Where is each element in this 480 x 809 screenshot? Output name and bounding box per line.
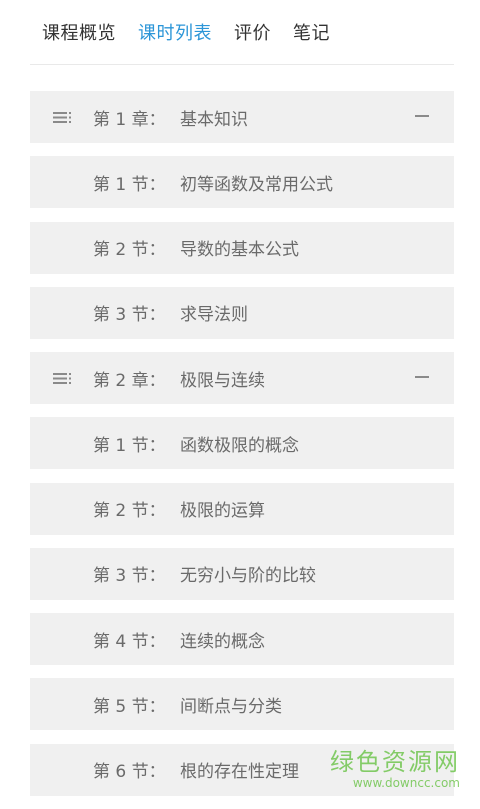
section-row[interactable]: 第 4 节： 连续的概念 xyxy=(30,613,454,665)
chapter-row[interactable]: 第 2 章： 极限与连续 xyxy=(30,352,454,404)
row-number-label: 第 2 章： xyxy=(93,370,166,391)
minus-icon[interactable] xyxy=(415,115,429,117)
section-row[interactable]: 第 1 节： 初等函数及常用公式 xyxy=(30,156,454,209)
row-number-label: 第 2 节： xyxy=(93,240,166,260)
row-title: 无穷小与阶的比较 xyxy=(180,566,316,587)
row-number-label: 第 2 节： xyxy=(93,501,166,521)
tab-course-overview[interactable]: 课程概览 xyxy=(42,5,116,59)
row-title: 求导法则 xyxy=(180,305,248,326)
tab-lesson-list[interactable]: 课时列表 xyxy=(138,5,212,59)
row-title: 根的存在性定理 xyxy=(180,762,299,782)
section-row[interactable]: 第 5 节： 间断点与分类 xyxy=(30,678,454,731)
tab-bar: 课程概览 课时列表 评价 笔记 xyxy=(30,0,454,65)
section-row[interactable]: 第 2 节： 极限的运算 xyxy=(30,482,454,535)
list-handle-icon xyxy=(53,112,71,123)
row-number-label: 第 1 节： xyxy=(93,174,166,195)
section-row[interactable]: 第 2 节： 导数的基本公式 xyxy=(30,221,454,274)
minus-icon[interactable] xyxy=(415,376,429,378)
row-number-label: 第 1 章： xyxy=(93,109,166,130)
row-title: 连续的概念 xyxy=(180,631,265,652)
row-title: 函数极限的概念 xyxy=(180,435,299,456)
row-number-label: 第 6 节： xyxy=(93,762,166,782)
chapter-row[interactable]: 第 1 章： 基本知识 xyxy=(30,91,454,143)
row-title: 基本知识 xyxy=(180,109,248,130)
section-row[interactable]: 第 3 节： 无穷小与阶的比较 xyxy=(30,547,454,600)
row-title: 初等函数及常用公式 xyxy=(180,174,333,195)
row-title: 极限与连续 xyxy=(180,370,265,391)
tab-notes[interactable]: 笔记 xyxy=(293,5,330,59)
row-number-label: 第 5 节： xyxy=(93,696,166,717)
row-number-label: 第 3 节： xyxy=(93,566,166,587)
list-handle-icon xyxy=(53,373,71,384)
row-title: 间断点与分类 xyxy=(180,696,282,717)
section-row[interactable]: 第 6 节： 根的存在性定理 xyxy=(30,743,454,796)
row-number-label: 第 4 节： xyxy=(93,631,166,652)
row-title: 导数的基本公式 xyxy=(180,240,299,260)
lesson-list: 第 1 章： 基本知识第 1 节： 初等函数及常用公式第 2 节： 导数的基本公式第 … xyxy=(30,91,454,809)
section-row[interactable]: 第 1 节： 函数极限的概念 xyxy=(30,417,454,470)
row-title: 极限的运算 xyxy=(180,501,265,521)
section-row[interactable]: 第 3 节： 求导法则 xyxy=(30,286,454,339)
row-number-label: 第 1 节： xyxy=(93,435,166,456)
tab-reviews[interactable]: 评价 xyxy=(234,5,271,59)
row-number-label: 第 3 节： xyxy=(93,305,166,326)
